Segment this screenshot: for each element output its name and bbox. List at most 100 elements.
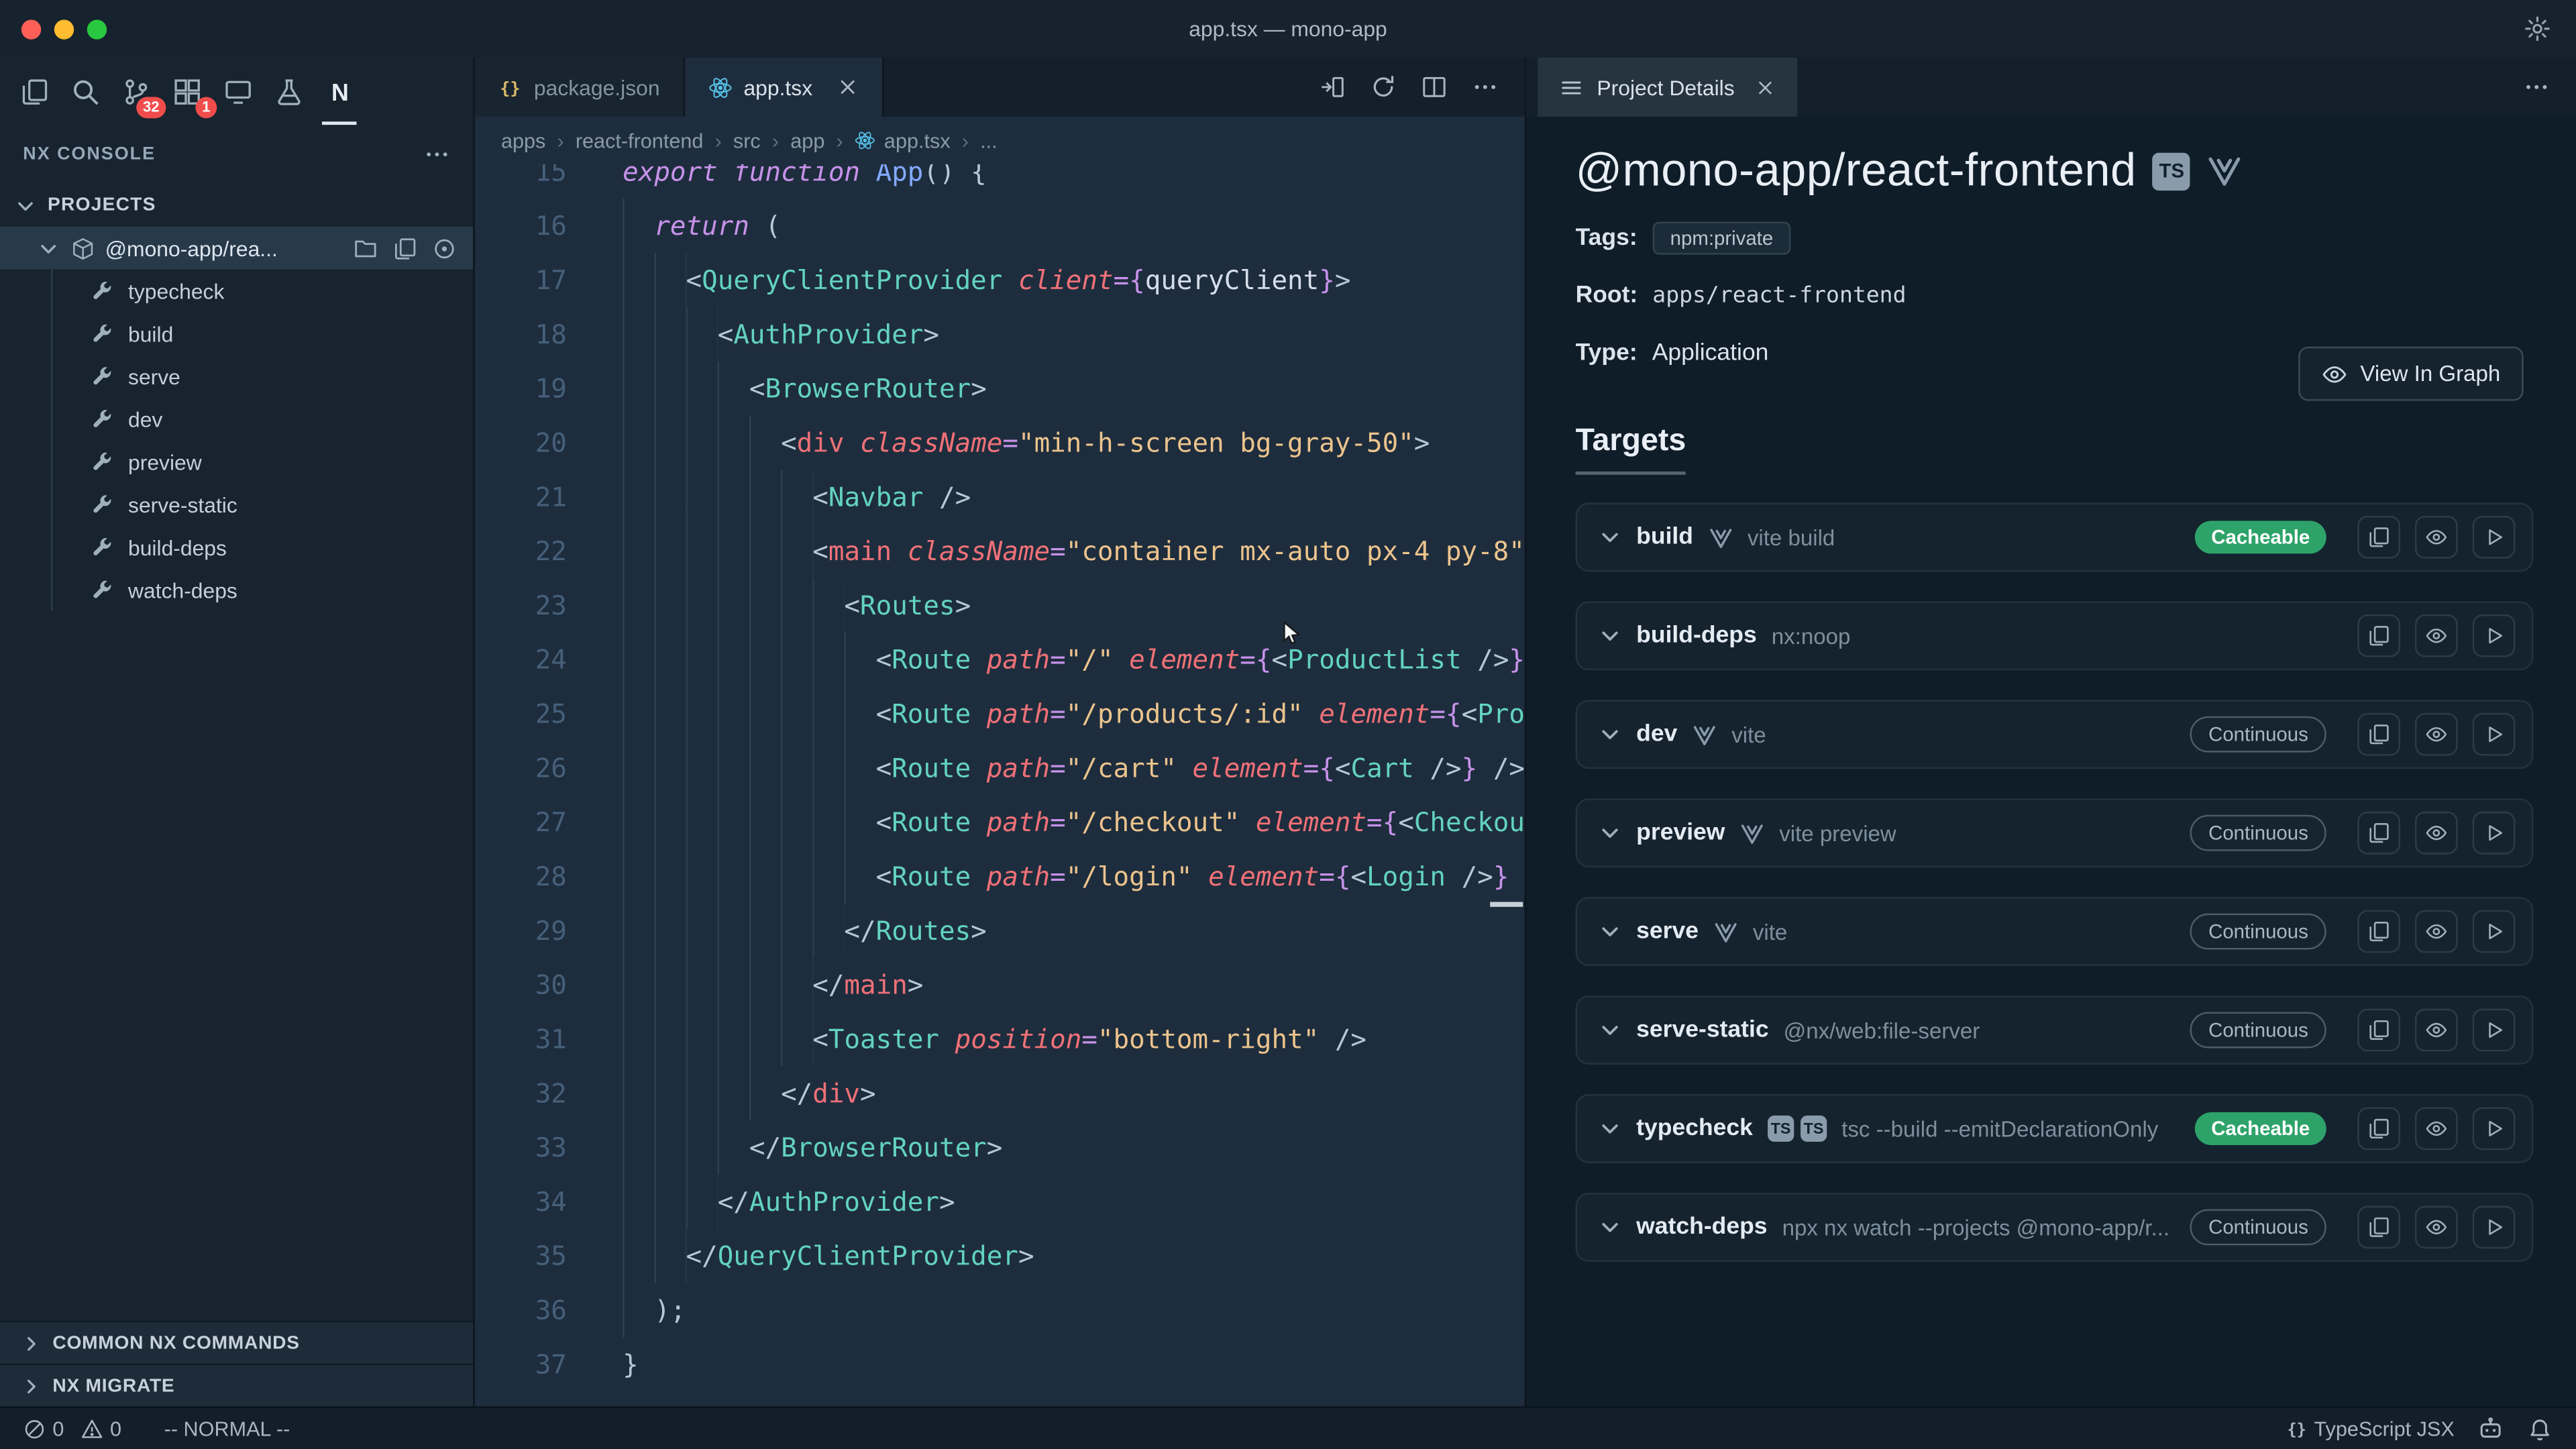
language-mode[interactable]: {} TypeScript JSX <box>2284 1417 2454 1440</box>
open-to-side-icon[interactable] <box>1320 74 1346 100</box>
tree-item-serve-static[interactable]: serve-static <box>0 483 473 526</box>
breadcrumb-item-react-frontend[interactable]: react-frontend <box>576 129 704 152</box>
tab-app-tsx[interactable]: app.tsx <box>684 58 883 117</box>
view-task-button[interactable] <box>2415 910 2458 953</box>
code-editor[interactable]: 15export function App() {16 return (17 <… <box>475 164 1525 1406</box>
code-line-34: 34 </AuthProvider> <box>475 1175 1525 1229</box>
copy-task-button[interactable] <box>2357 516 2400 559</box>
maximize-window-button[interactable] <box>87 19 107 38</box>
copy-task-button[interactable] <box>2357 713 2400 756</box>
copy-task-button[interactable] <box>2357 1108 2400 1150</box>
more-actions-icon[interactable] <box>424 142 450 168</box>
breadcrumb-item--[interactable]: ... <box>980 129 998 152</box>
tree-item-build-deps[interactable]: build-deps <box>0 526 473 569</box>
copilot-icon[interactable] <box>2477 1415 2504 1442</box>
line-number: 22 <box>475 524 567 578</box>
copy-icon <box>2367 1216 2390 1238</box>
sidebar-bottom-sections: COMMON NX COMMANDS NX MIGRATE <box>0 1321 473 1406</box>
chevron-down-icon <box>1597 524 1623 550</box>
activity-nx-console-button[interactable]: N <box>314 58 365 125</box>
view-task-button[interactable] <box>2415 1206 2458 1249</box>
close-icon[interactable] <box>835 76 858 99</box>
tree-item-dev[interactable]: dev <box>0 398 473 441</box>
folder-icon[interactable] <box>354 235 378 260</box>
tree-item-project[interactable]: @mono-app/rea... <box>0 227 473 270</box>
run-task-button[interactable] <box>2473 713 2516 756</box>
view-task-button[interactable] <box>2415 812 2458 855</box>
target-badge: Cacheable <box>2195 1112 2326 1145</box>
activity-remote-explorer-button[interactable] <box>212 58 263 125</box>
run-task-button[interactable] <box>2473 812 2516 855</box>
breadcrumb-item-app[interactable]: app <box>790 129 824 152</box>
activity-files-button[interactable] <box>8 58 59 125</box>
tree-item-typecheck[interactable]: typecheck <box>0 270 473 313</box>
more-actions-icon[interactable] <box>1472 74 1498 100</box>
target-badge: Continuous <box>2190 914 2326 950</box>
activity-test-beaker-button[interactable] <box>263 58 314 125</box>
wrench-icon <box>91 365 113 388</box>
split-editor-icon[interactable] <box>1421 74 1447 100</box>
breadcrumb-item-src[interactable]: src <box>733 129 761 152</box>
code-line-35: 35 </QueryClientProvider> <box>475 1229 1525 1283</box>
target-card-preview[interactable]: previewvite previewContinuous <box>1576 798 2534 867</box>
refresh-icon[interactable] <box>1370 74 1396 100</box>
target-card-build[interactable]: buildvite buildCacheable <box>1576 502 2534 572</box>
run-task-button[interactable] <box>2473 1206 2516 1249</box>
tree-item-build[interactable]: build <box>0 312 473 355</box>
activity-source-control-button[interactable]: 32 <box>110 58 161 125</box>
code-content: <Route path="/" element={<ProductList />… <box>567 633 1525 687</box>
view-task-button[interactable] <box>2415 713 2458 756</box>
target-icon[interactable] <box>432 235 457 260</box>
breadcrumb-item-app-tsx[interactable]: app.tsx <box>855 129 951 152</box>
code-line-28: 28 <Route path="/login" element={<Login … <box>475 849 1525 904</box>
copy-task-button[interactable] <box>2357 614 2400 657</box>
settings-gear-icon[interactable] <box>2524 15 2552 43</box>
breadcrumb-item-apps[interactable]: apps <box>501 129 545 152</box>
run-task-button[interactable] <box>2473 1108 2516 1150</box>
close-icon[interactable] <box>1754 76 1776 98</box>
view-task-button[interactable] <box>2415 1009 2458 1052</box>
copy-task-button[interactable] <box>2357 1206 2400 1249</box>
view-in-graph-button[interactable]: View In Graph <box>2298 347 2523 401</box>
activity-search-button[interactable] <box>59 58 110 125</box>
tree-item-watch-deps[interactable]: watch-deps <box>0 568 473 611</box>
tree-section-projects[interactable]: PROJECTS <box>0 184 473 227</box>
copy-task-button[interactable] <box>2357 1009 2400 1052</box>
notifications-icon[interactable] <box>2527 1415 2553 1442</box>
problems-indicator[interactable]: 0 0 <box>23 1417 121 1440</box>
run-task-button[interactable] <box>2473 614 2516 657</box>
tab-package-json[interactable]: {} package.json <box>475 58 685 117</box>
target-card-watch-deps[interactable]: watch-depsnpx nx watch --projects @mono-… <box>1576 1193 2534 1262</box>
chevron-down-icon <box>13 193 38 218</box>
breadcrumb-separator: › <box>557 129 564 152</box>
target-card-serve-static[interactable]: serve-static@nx/web:file-serverContinuou… <box>1576 996 2534 1065</box>
code-content: </main> <box>567 958 924 1012</box>
vscode-window: app.tsx — mono-app 321N NX CONSOLE PROJE… <box>0 0 2576 1449</box>
tab-project-details[interactable]: Project Details <box>1538 58 1796 117</box>
run-task-button[interactable] <box>2473 910 2516 953</box>
target-card-serve[interactable]: serveviteContinuous <box>1576 897 2534 966</box>
tree-item-preview[interactable]: preview <box>0 440 473 483</box>
tree-item-serve[interactable]: serve <box>0 355 473 398</box>
details-actions <box>2524 58 2576 117</box>
view-task-button[interactable] <box>2415 516 2458 559</box>
view-task-button[interactable] <box>2415 1108 2458 1150</box>
close-window-button[interactable] <box>21 19 41 38</box>
target-card-dev[interactable]: devviteContinuous <box>1576 700 2534 769</box>
section-nx-migrate[interactable]: NX MIGRATE <box>0 1364 473 1407</box>
copy-icon[interactable] <box>392 235 417 260</box>
section-common-nx-commands[interactable]: COMMON NX COMMANDS <box>0 1321 473 1364</box>
indent-guides <box>623 524 812 578</box>
target-card-build-deps[interactable]: build-depsnx:noop <box>1576 601 2534 670</box>
copy-task-button[interactable] <box>2357 812 2400 855</box>
run-task-button[interactable] <box>2473 516 2516 559</box>
copy-task-button[interactable] <box>2357 910 2400 953</box>
target-card-typecheck[interactable]: typecheckTSTStsc --build --emitDeclarati… <box>1576 1094 2534 1163</box>
indent-guides <box>623 1283 654 1338</box>
view-task-button[interactable] <box>2415 614 2458 657</box>
more-actions-icon[interactable] <box>2524 74 2550 100</box>
activity-extensions-button[interactable]: 1 <box>161 58 212 125</box>
target-name: build <box>1636 524 1693 550</box>
minimize-window-button[interactable] <box>54 19 74 38</box>
run-task-button[interactable] <box>2473 1009 2516 1052</box>
